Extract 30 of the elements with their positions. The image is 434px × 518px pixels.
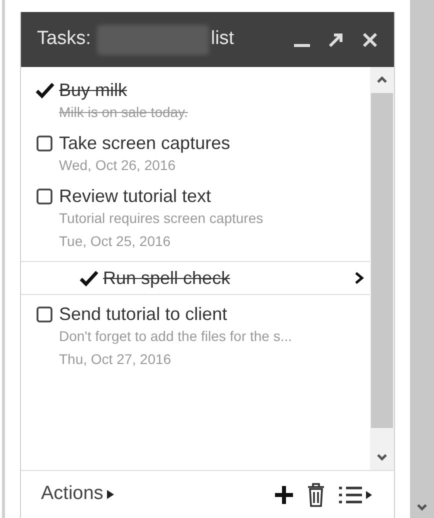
add-icon[interactable]: [274, 484, 294, 504]
due-date: Tue, Oct 25, 2016: [59, 232, 172, 251]
task-title[interactable]: Take screen captures: [59, 132, 364, 154]
menu-arrow-icon: [107, 490, 114, 499]
checkbox[interactable]: [35, 133, 55, 153]
window-title: Tasks:: [37, 27, 91, 52]
trash-icon[interactable]: [306, 482, 326, 506]
task-title[interactable]: Review tutorial text: [59, 185, 364, 207]
checkbox[interactable]: [35, 186, 55, 206]
scroll-down-icon[interactable]: [416, 502, 428, 512]
scroll-up-icon[interactable]: [376, 75, 388, 85]
task-title[interactable]: Run spell check: [103, 267, 354, 289]
checkmark-icon[interactable]: [79, 268, 99, 288]
chevron-right-icon[interactable]: [354, 271, 364, 285]
list-options-icon[interactable]: [338, 484, 374, 504]
task-note: Tutorial requires screen captures: [59, 209, 264, 228]
actions-menu[interactable]: Actions: [41, 480, 104, 509]
task-title[interactable]: Send tutorial to client: [59, 303, 364, 325]
due-date: Wed, Oct 26, 2016: [59, 156, 176, 175]
scroll-down-icon[interactable]: [376, 452, 388, 462]
task-note: Don't forget to add the files for the s...: [59, 327, 294, 346]
close-icon[interactable]: [362, 32, 378, 48]
window-title: list: [210, 27, 234, 52]
checkmark-icon[interactable]: [35, 80, 55, 100]
due-date: Thu, Oct 27, 2016: [59, 350, 172, 369]
task-note: Milk is on sale today.: [59, 103, 189, 122]
checkbox[interactable]: [35, 304, 55, 324]
scrollbar[interactable]: [370, 67, 394, 470]
pop-out-icon[interactable]: [328, 32, 344, 48]
task-title[interactable]: Buy milk: [59, 79, 364, 101]
